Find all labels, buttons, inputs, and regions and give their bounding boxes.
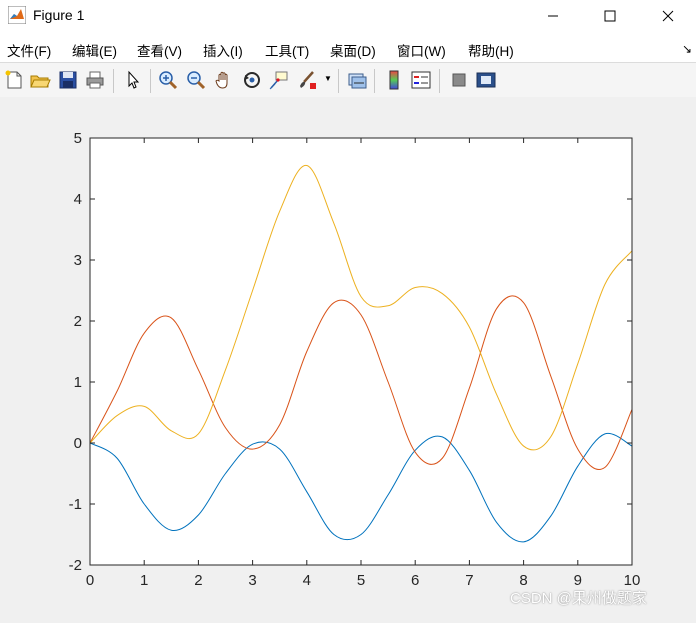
axes-background — [90, 138, 632, 565]
menu-insert[interactable]: 插入(I) — [203, 40, 243, 60]
y-tick-label: 5 — [74, 130, 82, 147]
toolbar-separator — [113, 69, 114, 93]
y-tick-label: 0 — [74, 435, 82, 452]
colorbar-icon[interactable] — [383, 69, 405, 91]
toolbar-separator — [150, 69, 151, 93]
legend-icon[interactable] — [410, 69, 432, 91]
x-tick-label: 0 — [86, 572, 94, 589]
minimize-icon — [548, 15, 558, 17]
rotate-3d-icon[interactable] — [241, 69, 263, 91]
title-bar: Figure 1 — [0, 0, 696, 32]
brush-dropdown-icon[interactable]: ▼ — [324, 74, 332, 83]
menu-help[interactable]: 帮助(H) — [468, 40, 514, 60]
minimize-button[interactable] — [530, 0, 576, 32]
brush-icon[interactable] — [296, 69, 318, 91]
show-plot-tools-icon[interactable] — [475, 69, 497, 91]
print-icon[interactable] — [84, 69, 106, 91]
menu-edit[interactable]: 编辑(E) — [72, 40, 117, 60]
line-plot[interactable]: 0 1 2 3 4 5 6 7 8 9 10-2-1012345 — [0, 97, 696, 618]
zoom-out-icon[interactable] — [185, 69, 207, 91]
open-file-icon[interactable] — [29, 69, 51, 91]
y-tick-label: 3 — [74, 252, 82, 269]
y-tick-label: -1 — [69, 496, 82, 513]
maximize-button[interactable] — [587, 0, 633, 32]
hide-plot-tools-icon[interactable] — [448, 69, 470, 91]
menu-window[interactable]: 窗口(W) — [397, 40, 446, 60]
x-tick-label: 5 — [357, 572, 365, 589]
zoom-in-icon[interactable] — [157, 69, 179, 91]
toolbar-separator — [439, 69, 440, 93]
watermark: CSDN @果州做题家 — [510, 590, 647, 607]
toolbar-separator — [338, 69, 339, 93]
menu-file[interactable]: 文件(F) — [7, 40, 51, 60]
x-tick-label: 3 — [248, 572, 256, 589]
window-title: Figure 1 — [33, 7, 85, 23]
close-icon — [662, 10, 674, 22]
data-cursor-icon[interactable] — [268, 69, 290, 91]
close-button[interactable] — [645, 0, 691, 32]
x-tick-label: 2 — [194, 572, 202, 589]
menu-tools[interactable]: 工具(T) — [265, 40, 309, 60]
save-icon[interactable] — [57, 69, 79, 91]
pan-hand-icon[interactable] — [213, 69, 235, 91]
menu-desktop[interactable]: 桌面(D) — [330, 40, 376, 60]
matlab-logo-icon — [8, 6, 26, 24]
y-tick-label: 1 — [74, 374, 82, 391]
x-tick-label: 1 — [140, 572, 148, 589]
y-tick-label: 2 — [74, 313, 82, 330]
pointer-icon[interactable] — [122, 69, 144, 91]
y-tick-label: -2 — [69, 557, 82, 574]
x-tick-label: 6 — [411, 572, 419, 589]
link-plot-icon[interactable] — [346, 69, 368, 91]
menu-bar: 文件(F) 编辑(E) 查看(V) 插入(I) 工具(T) 桌面(D) 窗口(W… — [0, 32, 696, 62]
new-figure-icon[interactable] — [3, 69, 25, 91]
maximize-icon — [604, 10, 616, 22]
x-tick-label: 7 — [465, 572, 473, 589]
figure-toolbar: ▼ — [0, 62, 696, 98]
y-tick-label: 4 — [74, 191, 82, 208]
toolbar-separator — [374, 69, 375, 93]
x-tick-label: 4 — [303, 572, 311, 589]
dock-arrow-icon[interactable]: ↘ — [682, 42, 692, 56]
figure-canvas: 0 1 2 3 4 5 6 7 8 9 10 -2 -1 0 1 2 3 4 5 CSDN @果州做题家 — [0, 97, 696, 618]
menu-view[interactable]: 查看(V) — [137, 40, 182, 60]
